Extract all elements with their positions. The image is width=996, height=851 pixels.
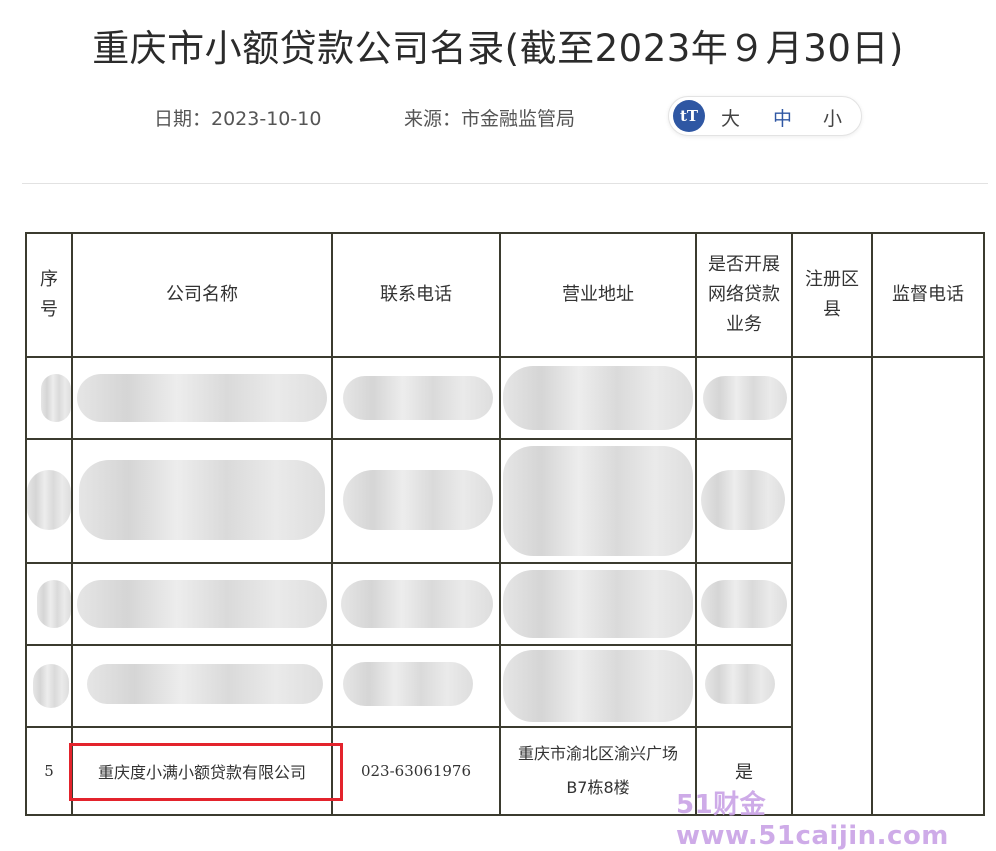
publish-source: 来源：市金融监管局 — [404, 108, 576, 130]
redacted-cell — [71, 438, 333, 564]
redacted-cell — [331, 644, 501, 728]
redacted-cell — [25, 356, 73, 440]
font-size-icon: tT — [673, 100, 705, 132]
header-supervision-phone: 监督电话 — [871, 232, 985, 358]
row-address: 重庆市渝北区渝兴广场 B7栋8楼 — [499, 726, 697, 816]
header-district: 注册区县 — [791, 232, 873, 358]
table-header-row: 序号 公司名称 联系电话 营业地址 是否开展网络贷款业务 注册区县 监督电话 — [25, 232, 985, 358]
redacted-cell — [499, 438, 697, 564]
redacted-cell — [25, 644, 73, 728]
redacted-cell — [499, 356, 697, 440]
redacted-cell — [499, 562, 697, 646]
page-title: 重庆市小额贷款公司名录(截至2023年９月30日) — [92, 27, 904, 70]
redacted-cell — [695, 356, 793, 440]
redacted-cell — [499, 644, 697, 728]
font-size-large-button[interactable]: 大 — [721, 104, 740, 131]
highlight-box — [69, 743, 343, 801]
row-address-line2: B7栋8楼 — [566, 778, 630, 797]
publish-date: 日期：2023-10-10 — [154, 108, 322, 130]
font-size-small-button[interactable]: 小 — [823, 104, 842, 131]
header-phone: 联系电话 — [331, 232, 501, 358]
supervision-phone-cell — [871, 356, 985, 816]
header-company: 公司名称 — [71, 232, 333, 358]
row-address-line1: 重庆市渝北区渝兴广场 — [517, 744, 678, 763]
redacted-cell — [331, 438, 501, 564]
row-seq: 5 — [25, 726, 73, 816]
redacted-cell — [71, 356, 333, 440]
redacted-cell — [695, 644, 793, 728]
redacted-cell — [71, 644, 333, 728]
redacted-cell — [25, 562, 73, 646]
table-row — [25, 356, 985, 816]
district-cell — [791, 356, 873, 816]
company-table: 序号 公司名称 联系电话 营业地址 是否开展网络贷款业务 注册区县 监督电话 5… — [25, 232, 985, 816]
redacted-cell — [25, 438, 73, 564]
redacted-cell — [695, 562, 793, 646]
redacted-cell — [71, 562, 333, 646]
watermark: 51财金www.51caijin.com — [676, 790, 949, 851]
font-size-medium-button[interactable]: 中 — [773, 104, 792, 131]
header-address: 营业地址 — [499, 232, 697, 358]
header-online-lending: 是否开展网络贷款业务 — [695, 232, 793, 358]
header-seq: 序号 — [25, 232, 73, 358]
redacted-cell — [331, 356, 501, 440]
redacted-cell — [695, 438, 793, 564]
header-divider — [22, 183, 988, 184]
font-size-switcher: tT 大 中 小 — [668, 96, 862, 136]
row-phone: 023-63061976 — [331, 726, 501, 816]
redacted-cell — [331, 562, 501, 646]
